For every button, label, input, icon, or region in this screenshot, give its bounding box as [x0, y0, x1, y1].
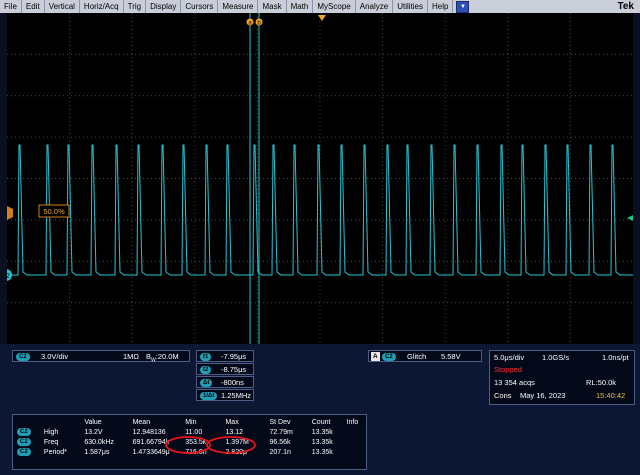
annotation-ellipse-min [165, 436, 211, 454]
annotation-overlay [165, 436, 256, 454]
annotation-ellipse-max [206, 436, 256, 454]
